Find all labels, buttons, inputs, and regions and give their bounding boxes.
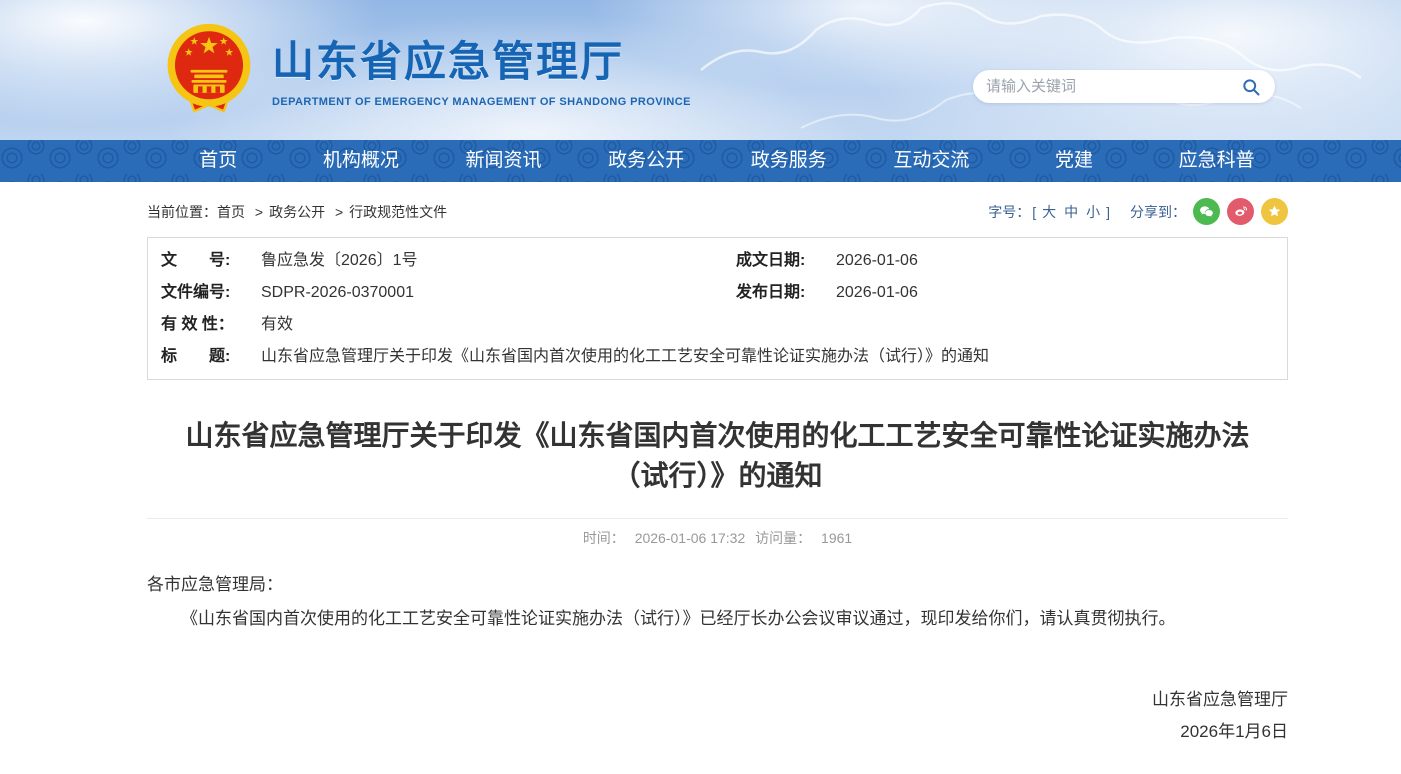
article-title-line-2: （试行）》的通知 [147, 456, 1288, 496]
font-size-bracket-open: [ [1032, 204, 1036, 220]
meta-row: 有 效 性： 有效 [148, 309, 1287, 341]
visits-value: 1961 [821, 530, 852, 546]
font-size-label: 字号： [988, 202, 1030, 222]
nav-item-emergency-science[interactable]: 应急科普 [1145, 140, 1288, 182]
search-icon[interactable] [1240, 76, 1262, 98]
weibo-icon[interactable] [1227, 198, 1254, 225]
meta-value-title: 山东省应急管理厅关于印发《山东省国内首次使用的化工工艺安全可靠性论证实施办法（试… [261, 341, 989, 373]
breadcrumb-separator: > [255, 204, 263, 220]
site-subtitle: DEPARTMENT OF EMERGENCY MANAGEMENT OF SH… [272, 96, 691, 108]
site-banner: 山东省应急管理厅 DEPARTMENT OF EMERGENCY MANAGEM… [0, 0, 1401, 140]
meta-value-file-id: SDPR-2026-0370001 [261, 277, 414, 309]
wechat-icon[interactable] [1193, 198, 1220, 225]
breadcrumb-toolbar: 当前位置：首页 > 政务公开 > 行政规范性文件 字号： [ 大 中 小 ] 分享到… [147, 182, 1288, 237]
national-emblem-icon [163, 22, 255, 114]
meta-label-title: 标 题: [161, 341, 247, 373]
meta-row: 标 题: 山东省应急管理厅关于印发《山东省国内首次使用的化工工艺安全可靠性论证实… [148, 341, 1287, 373]
page-tools: 字号： [ 大 中 小 ] 分享到： [988, 198, 1288, 225]
nav-item-news[interactable]: 新闻资讯 [432, 140, 575, 182]
nav-item-gov-info[interactable]: 政务公开 [575, 140, 718, 182]
font-size-large-button[interactable]: 大 [1042, 202, 1056, 222]
share-label: 分享到： [1130, 202, 1186, 222]
meta-row: 文 号: 鲁应急发〔2026〕1号 成文日期: 2026-01-06 [148, 245, 1287, 277]
visits-label: 访问量： [755, 530, 811, 546]
time-label: 时间： [583, 530, 625, 546]
meta-value-validity: 有效 [261, 309, 293, 341]
article-paragraph: 《山东省国内首次使用的化工工艺安全可靠性论证实施办法（试行）》已经厅长办公会议审… [147, 602, 1288, 636]
meta-row: 文件编号: SDPR-2026-0370001 发布日期: 2026-01-06 [148, 277, 1287, 309]
nav-item-home[interactable]: 首页 [147, 140, 290, 182]
qzone-star-icon[interactable] [1261, 198, 1288, 225]
breadcrumb-gov-info[interactable]: 政务公开 [269, 204, 325, 220]
article-title-line-1: 山东省应急管理厅关于印发《山东省国内首次使用的化工工艺安全可靠性论证实施办法 [147, 416, 1288, 456]
signature-date: 2026年1月6日 [147, 716, 1288, 748]
site-logo[interactable]: 山东省应急管理厅 DEPARTMENT OF EMERGENCY MANAGEM… [163, 22, 691, 114]
nav-item-agency-overview[interactable]: 机构概况 [290, 140, 433, 182]
nav-item-gov-services[interactable]: 政务服务 [718, 140, 861, 182]
nav-item-interaction[interactable]: 互动交流 [860, 140, 1003, 182]
article-meta-line: 时间： 2026-01-06 17:32 访问量： 1961 [147, 518, 1288, 548]
meta-label-file-id: 文件编号: [161, 277, 247, 309]
breadcrumb-regulatory-docs[interactable]: 行政规范性文件 [349, 204, 447, 220]
meta-label-validity: 有 效 性： [161, 309, 247, 341]
document-meta-table: 文 号: 鲁应急发〔2026〕1号 成文日期: 2026-01-06 文件编号:… [147, 237, 1288, 380]
time-value: 2026-01-06 17:32 [635, 530, 746, 546]
article-body: 各市应急管理局： 《山东省国内首次使用的化工工艺安全可靠性论证实施办法（试行）》… [147, 568, 1288, 748]
meta-label-doc-number: 文 号: [161, 245, 247, 277]
font-size-medium-button[interactable]: 中 [1064, 202, 1078, 222]
breadcrumb-label: 当前位置： [147, 204, 217, 220]
breadcrumb: 当前位置：首页 > 政务公开 > 行政规范性文件 [147, 202, 447, 222]
meta-label-publish-date: 发布日期: [736, 277, 822, 309]
nav-item-party-building[interactable]: 党建 [1003, 140, 1146, 182]
main-nav: 首页 机构概况 新闻资讯 政务公开 政务服务 互动交流 党建 应急科普 [0, 140, 1401, 182]
breadcrumb-separator: > [335, 204, 343, 220]
article-signature: 山东省应急管理厅 2026年1月6日 [147, 684, 1288, 748]
signature-organization: 山东省应急管理厅 [147, 684, 1288, 716]
font-size-bracket-close: ] [1106, 204, 1110, 220]
breadcrumb-home[interactable]: 首页 [217, 204, 245, 220]
meta-label-written-date: 成文日期: [736, 245, 822, 277]
site-title: 山东省应急管理厅 [272, 28, 691, 89]
article-title: 山东省应急管理厅关于印发《山东省国内首次使用的化工工艺安全可靠性论证实施办法 （… [147, 416, 1288, 496]
font-size-small-button[interactable]: 小 [1086, 202, 1100, 222]
article-salutation: 各市应急管理局： [147, 568, 1288, 602]
search-input[interactable] [986, 78, 1240, 95]
search-box[interactable] [973, 70, 1275, 103]
meta-value-publish-date: 2026-01-06 [836, 277, 918, 309]
meta-value-doc-number: 鲁应急发〔2026〕1号 [261, 245, 418, 277]
meta-value-written-date: 2026-01-06 [836, 245, 918, 277]
